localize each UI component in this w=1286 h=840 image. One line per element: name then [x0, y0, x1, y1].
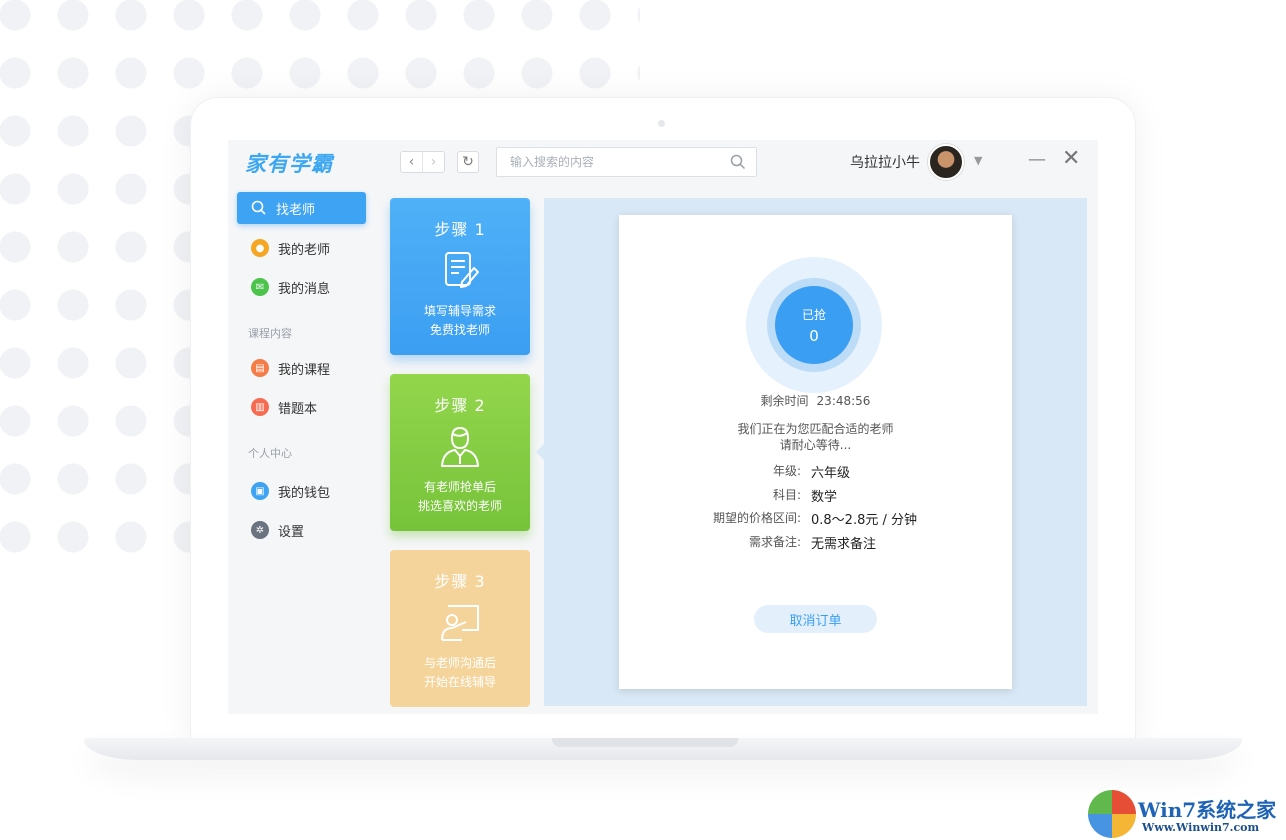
sidebar-item-label: 找老师 [276, 202, 316, 218]
search-input[interactable] [510, 155, 720, 169]
wallet-icon: ▣ [251, 482, 269, 500]
price-value: 0.8～2.8元 / 分钟 [811, 513, 917, 528]
teacher-person-icon [441, 426, 479, 467]
search-icon[interactable] [730, 154, 746, 170]
search-icon [251, 200, 266, 215]
sidebar-item-find-teacher[interactable]: 找老师 [237, 192, 366, 224]
sidebar-item-label: 我的课程 [278, 362, 331, 378]
sidebar-item-label: 错题本 [278, 401, 318, 417]
step-desc-line1: 填写辅导需求 [423, 304, 496, 318]
step-description: 与老师沟通后 开始在线辅导 [390, 654, 530, 692]
section-course-content: 课程内容 [248, 327, 292, 340]
detail-note: 需求备注: 无需求备注 [619, 533, 1012, 557]
form-edit-icon [445, 252, 479, 288]
sidebar-item-settings[interactable]: ✲ 设置 [237, 514, 366, 546]
course-icon: ▤ [251, 359, 269, 377]
order-card: 已抢 0 剩余时间 23:48:56 我们正在为您匹配合适的老师 请耐心等待...… [619, 215, 1012, 689]
avatar[interactable] [928, 144, 964, 180]
message-icon: ✉ [251, 278, 269, 296]
close-button[interactable]: ✕ [1062, 146, 1080, 171]
online-tutoring-icon [441, 605, 479, 641]
grade-label: 年级: [772, 464, 801, 478]
watermark-text: Win7系统之家 [1138, 798, 1277, 822]
note-value: 无需求备注 [811, 536, 877, 552]
detail-price: 期望的价格区间: 0.8～2.8元 / 分钟 [619, 509, 1012, 533]
price-label: 期望的价格区间: [712, 511, 801, 525]
notebook-icon: ▥ [251, 398, 269, 416]
grabbed-label: 已抢 [801, 308, 826, 322]
sidebar-item-label: 我的消息 [278, 281, 331, 297]
note-label: 需求备注: [748, 534, 801, 549]
chevron-down-icon[interactable]: ▼ [974, 154, 982, 167]
title-bar: 家有学霸 ‹ › ↻ 乌拉拉小牛 ▼ — ✕ [228, 140, 1098, 184]
sidebar-item-my-teachers[interactable]: ● 我的老师 [237, 232, 366, 264]
sidebar-item-label: 设置 [278, 524, 305, 540]
subject-value: 数学 [811, 489, 838, 505]
app-window: 家有学霸 ‹ › ↻ 乌拉拉小牛 ▼ — ✕ 找老师 ● 我的老师 ✉ 我的消息… [228, 140, 1098, 714]
watermark-url: Www.Winwin7.com [1142, 821, 1260, 834]
step-card-2[interactable]: 步骤 2 有老师抢单后 挑选喜欢的老师 [390, 374, 530, 531]
matching-line2: 请耐心等待... [779, 438, 852, 452]
order-details: 年级: 六年级 科目: 数学 期望的价格区间: 0.8～2.8元 / 分钟 需求… [619, 462, 1012, 556]
matching-message: 我们正在为您匹配合适的老师 请耐心等待... [619, 421, 1012, 453]
sidebar-item-my-messages[interactable]: ✉ 我的消息 [237, 271, 366, 303]
step-title: 步骤 3 [434, 572, 486, 591]
grade-value: 六年级 [811, 466, 851, 481]
subject-label: 科目: [772, 487, 801, 502]
step-description: 有老师抢单后 挑选喜欢的老师 [390, 478, 530, 516]
sidebar-item-my-courses[interactable]: ▤ 我的课程 [237, 352, 366, 384]
step-desc-line2: 开始在线辅导 [423, 675, 496, 689]
step-desc-line2: 挑选喜欢的老师 [417, 499, 502, 513]
detail-subject: 科目: 数学 [619, 486, 1012, 510]
step-desc-line1: 有老师抢单后 [423, 480, 496, 494]
username[interactable]: 乌拉拉小牛 [850, 152, 920, 172]
step-title: 步骤 2 [434, 396, 486, 415]
sidebar-item-label: 我的老师 [278, 242, 331, 258]
sidebar-item-label: 我的钱包 [278, 485, 331, 501]
back-button[interactable]: ‹ [401, 152, 422, 172]
step-card-1[interactable]: 步骤 1 填写辅导需求 免费找老师 [390, 198, 530, 355]
matching-line1: 我们正在为您匹配合适的老师 [737, 422, 894, 436]
minimize-button[interactable]: — [1028, 149, 1046, 170]
grab-counter: 已抢 0 [775, 286, 853, 364]
teacher-icon: ● [251, 239, 269, 257]
step-desc-line2: 免费找老师 [429, 323, 490, 337]
grabbed-count: 0 [809, 327, 819, 345]
app-logo: 家有学霸 [245, 152, 333, 176]
step-card-3[interactable]: 步骤 3 与老师沟通后 开始在线辅导 [390, 550, 530, 707]
detail-grade: 年级: 六年级 [619, 462, 1012, 486]
watermark: Win7系统之家 Www.Winwin7.com [1088, 788, 1286, 840]
laptop-camera [658, 120, 665, 127]
refresh-button[interactable]: ↻ [457, 151, 479, 173]
windows-logo-icon [1088, 790, 1136, 838]
sidebar: 找老师 ● 我的老师 ✉ 我的消息 课程内容 ▤ 我的课程 ▥ 错题本 个人中心… [228, 184, 378, 714]
order-panel: 已抢 0 剩余时间 23:48:56 我们正在为您匹配合适的老师 请耐心等待...… [544, 198, 1087, 706]
step-description: 填写辅导需求 免费找老师 [390, 302, 530, 340]
search-box [496, 147, 757, 177]
laptop-notch [552, 738, 738, 747]
nav-buttons: ‹ › [400, 151, 445, 173]
cancel-order-button[interactable]: 取消订单 [754, 605, 877, 633]
remaining-time: 剩余时间 23:48:56 [619, 392, 1012, 409]
forward-button[interactable]: › [422, 152, 444, 172]
step-title: 步骤 1 [434, 220, 486, 239]
remaining-value: 23:48:56 [816, 394, 871, 408]
settings-icon: ✲ [251, 521, 269, 539]
step-desc-line1: 与老师沟通后 [423, 656, 496, 670]
remaining-label: 剩余时间 [760, 394, 809, 408]
sidebar-item-wallet[interactable]: ▣ 我的钱包 [237, 475, 366, 507]
section-personal: 个人中心 [248, 447, 292, 460]
sidebar-item-mistakes[interactable]: ▥ 错题本 [237, 391, 366, 423]
